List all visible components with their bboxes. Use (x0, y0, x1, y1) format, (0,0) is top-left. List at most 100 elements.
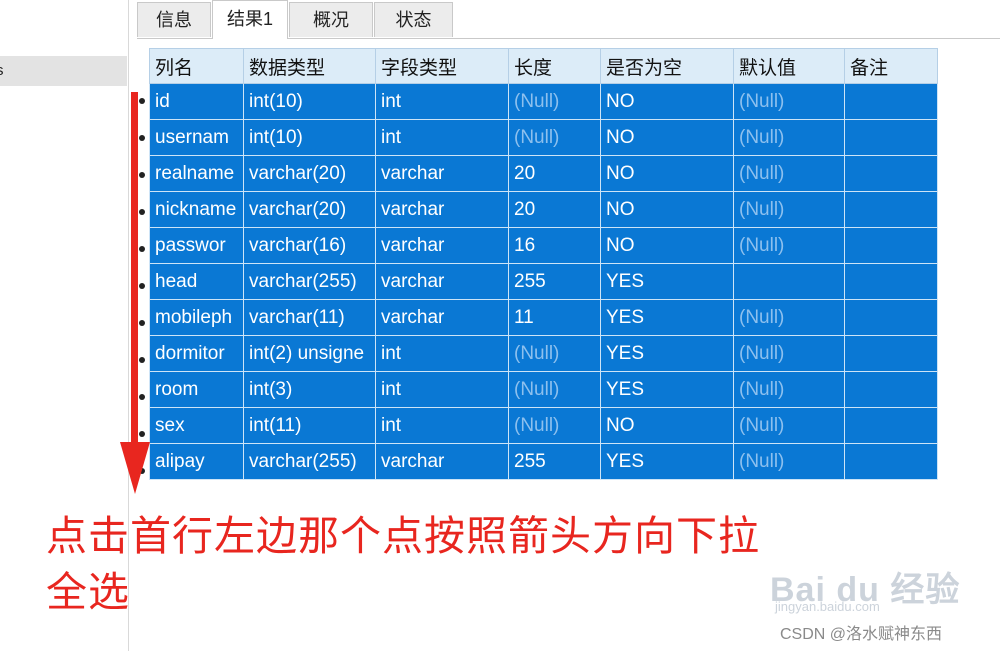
cell-default[interactable]: (Null) (733, 191, 845, 228)
table-row[interactable]: realname varchar(20) varchar 20 NO (Null) (149, 155, 938, 192)
table-row[interactable]: dormitor int(2) unsigne int (Null) YES (Null) (149, 335, 938, 372)
cell-field-type[interactable]: varchar (375, 443, 509, 480)
table-row[interactable]: room int(3) int (Null) YES (Null) (149, 371, 938, 408)
column-header[interactable]: 备注 (844, 48, 938, 84)
cell-comment[interactable] (844, 227, 938, 264)
cell-data-type[interactable]: varchar(255) (243, 443, 376, 480)
cell-comment[interactable] (844, 191, 938, 228)
cell-column-name[interactable]: mobileph (149, 299, 244, 336)
column-header[interactable]: 长度 (508, 48, 601, 84)
cell-column-name[interactable]: head (149, 263, 244, 300)
cell-default[interactable]: (Null) (733, 407, 845, 444)
cell-field-type[interactable]: int (375, 335, 509, 372)
cell-comment[interactable] (844, 155, 938, 192)
cell-nullable[interactable]: NO (600, 407, 734, 444)
cell-data-type[interactable]: int(2) unsigne (243, 335, 376, 372)
cell-length[interactable]: (Null) (508, 83, 601, 120)
cell-data-type[interactable]: varchar(255) (243, 263, 376, 300)
cell-default[interactable]: (Null) (733, 299, 845, 336)
column-header[interactable]: 字段类型 (375, 48, 509, 84)
cell-column-name[interactable]: usernam (149, 119, 244, 156)
tab-result-1[interactable]: 结果1 (212, 0, 288, 39)
cell-field-type[interactable]: int (375, 83, 509, 120)
cell-data-type[interactable]: int(10) (243, 83, 376, 120)
cell-comment[interactable] (844, 83, 938, 120)
cell-default[interactable]: (Null) (733, 83, 845, 120)
table-row[interactable]: alipay varchar(255) varchar 255 YES (Null) (149, 443, 938, 480)
cell-length[interactable]: 255 (508, 443, 601, 480)
table-row[interactable]: sex int(11) int (Null) NO (Null) (149, 407, 938, 444)
cell-data-type[interactable]: varchar(16) (243, 227, 376, 264)
column-header[interactable]: 列名 (149, 48, 244, 84)
column-header[interactable]: 数据类型 (243, 48, 376, 84)
cell-nullable[interactable]: NO (600, 119, 734, 156)
cell-column-name[interactable]: nickname (149, 191, 244, 228)
cell-default[interactable]: (Null) (733, 335, 845, 372)
cell-comment[interactable] (844, 119, 938, 156)
cell-length[interactable]: (Null) (508, 119, 601, 156)
cell-comment[interactable] (844, 335, 938, 372)
cell-field-type[interactable]: int (375, 119, 509, 156)
tab-status[interactable]: 状态 (374, 2, 453, 37)
cell-default[interactable]: (Null) (733, 227, 845, 264)
cell-length[interactable]: (Null) (508, 407, 601, 444)
cell-column-name[interactable]: realname (149, 155, 244, 192)
cell-field-type[interactable]: int (375, 407, 509, 444)
cell-length[interactable]: 20 (508, 191, 601, 228)
cell-field-type[interactable]: int (375, 371, 509, 408)
cell-data-type[interactable]: varchar(20) (243, 155, 376, 192)
cell-comment[interactable] (844, 371, 938, 408)
cell-comment[interactable] (844, 299, 938, 336)
cell-length[interactable]: 20 (508, 155, 601, 192)
tab-info[interactable]: 信息 (137, 2, 211, 37)
cell-data-type[interactable]: int(10) (243, 119, 376, 156)
cell-data-type[interactable]: varchar(20) (243, 191, 376, 228)
cell-column-name[interactable]: sex (149, 407, 244, 444)
column-header[interactable]: 默认值 (733, 48, 845, 84)
cell-column-name[interactable]: dormitor (149, 335, 244, 372)
cell-column-name[interactable]: alipay (149, 443, 244, 480)
cell-nullable[interactable]: YES (600, 443, 734, 480)
cell-nullable[interactable]: YES (600, 299, 734, 336)
cell-default[interactable] (733, 263, 845, 300)
cell-data-type[interactable]: varchar(11) (243, 299, 376, 336)
cell-comment[interactable] (844, 407, 938, 444)
cell-default[interactable]: (Null) (733, 119, 845, 156)
cell-column-name[interactable]: room (149, 371, 244, 408)
cell-field-type[interactable]: varchar (375, 263, 509, 300)
cell-nullable[interactable]: YES (600, 371, 734, 408)
cell-field-type[interactable]: varchar (375, 299, 509, 336)
cell-length[interactable]: 16 (508, 227, 601, 264)
cell-length[interactable]: 11 (508, 299, 601, 336)
table-row[interactable]: head varchar(255) varchar 255 YES (149, 263, 938, 300)
cell-default[interactable]: (Null) (733, 371, 845, 408)
table-row[interactable]: mobileph varchar(11) varchar 11 YES (Null) (149, 299, 938, 336)
cell-nullable[interactable]: YES (600, 335, 734, 372)
cell-comment[interactable] (844, 443, 938, 480)
table-row[interactable]: id int(10) int (Null) NO (Null) (149, 83, 938, 120)
cell-nullable[interactable]: NO (600, 191, 734, 228)
cell-field-type[interactable]: varchar (375, 191, 509, 228)
cell-nullable[interactable]: NO (600, 155, 734, 192)
cell-column-name[interactable]: passwor (149, 227, 244, 264)
cell-nullable[interactable]: NO (600, 83, 734, 120)
table-row[interactable]: nickname varchar(20) varchar 20 NO (Null) (149, 191, 938, 228)
cell-default[interactable]: (Null) (733, 443, 845, 480)
column-header[interactable]: 是否为空 (600, 48, 734, 84)
cell-column-name[interactable]: id (149, 83, 244, 120)
cell-length[interactable]: 255 (508, 263, 601, 300)
cell-length[interactable]: (Null) (508, 335, 601, 372)
cell-length[interactable]: (Null) (508, 371, 601, 408)
cell-data-type[interactable]: int(11) (243, 407, 376, 444)
tab-overview[interactable]: 概况 (289, 2, 373, 37)
cell-field-type[interactable]: varchar (375, 155, 509, 192)
cell-field-type[interactable]: varchar (375, 227, 509, 264)
cell-data-type[interactable]: int(3) (243, 371, 376, 408)
sidebar-item-selected[interactable]: s (0, 56, 127, 86)
table-row[interactable]: usernam int(10) int (Null) NO (Null) (149, 119, 938, 156)
cell-nullable[interactable]: YES (600, 263, 734, 300)
table-row[interactable]: passwor varchar(16) varchar 16 NO (Null) (149, 227, 938, 264)
cell-default[interactable]: (Null) (733, 155, 845, 192)
cell-nullable[interactable]: NO (600, 227, 734, 264)
cell-comment[interactable] (844, 263, 938, 300)
